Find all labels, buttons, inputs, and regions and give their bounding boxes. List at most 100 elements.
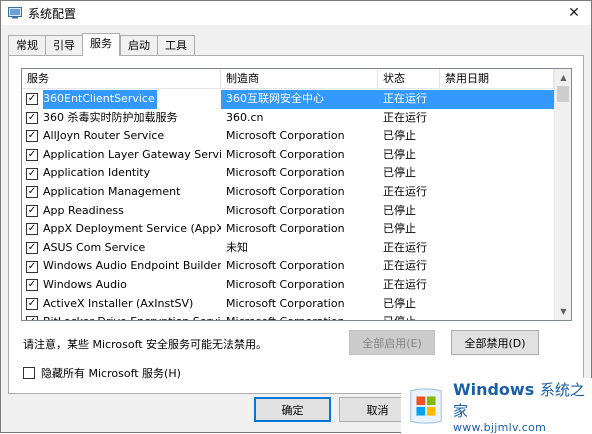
disable-date-cell <box>440 164 554 183</box>
warning-note: 请注意，某些 Microsoft 安全服务可能无法禁用。 <box>23 338 268 351</box>
service-cell: ✓ ActiveX Installer (AxInstSV) <box>22 295 221 314</box>
disable-date-cell <box>440 239 554 258</box>
vendor-cell: Microsoft Corporation <box>226 129 345 143</box>
table-row[interactable]: ✓ Application Identity Microsoft Corporati… <box>22 164 554 183</box>
service-checkbox[interactable]: ✓ <box>26 130 38 143</box>
status-cell: 正在运行 <box>383 184 427 198</box>
tab-boot[interactable]: 引导 <box>45 35 82 56</box>
table-row[interactable]: ✓ AllJoyn Router Service Microsoft Corpora… <box>22 127 554 146</box>
service-cell: ✓ Application Layer Gateway Service <box>22 146 221 165</box>
services-panel: 服务 制造商 状态 禁用日期 ✓ 360EntClientService 360互联… <box>8 55 584 394</box>
disable-date-cell <box>440 109 554 128</box>
vendor-cell: Microsoft Corporation <box>226 259 345 273</box>
disable-date-cell <box>440 146 554 165</box>
column-header-vendor[interactable]: 制造商 <box>221 69 378 89</box>
service-cell: ✓ Application Identity <box>22 164 221 183</box>
close-icon: ✕ <box>568 5 580 21</box>
disable-date-cell <box>440 127 554 146</box>
vendor-cell: 360互联网安全中心 <box>221 90 378 109</box>
hide-microsoft-label: 隐藏所有 Microsoft 服务(H) <box>41 367 181 380</box>
disable-date-cell <box>440 276 554 295</box>
column-header-service[interactable]: 服务 <box>22 69 221 89</box>
scroll-down-icon[interactable]: ▼ <box>555 303 571 320</box>
vendor-cell: Microsoft Corporation <box>226 296 345 310</box>
service-checkbox[interactable]: ✓ <box>26 93 38 106</box>
column-header-disable-date[interactable]: 禁用日期 <box>440 69 554 89</box>
enable-all-button[interactable]: 全部启用(E) <box>349 330 435 355</box>
column-header-status[interactable]: 状态 <box>378 69 440 89</box>
table-row[interactable]: ✓ 360EntClientService 360互联网安全中心 正在运行 <box>22 90 554 109</box>
status-cell: 正在运行 <box>378 90 440 109</box>
table-row[interactable]: ✓ ASUS Com Service 未知 正在运行 <box>22 239 554 258</box>
disable-date-cell <box>440 202 554 221</box>
ok-button[interactable]: 确定 <box>254 397 331 422</box>
service-cell: ✓ ASUS Com Service <box>22 239 221 258</box>
table-header: 服务 制造商 状态 禁用日期 <box>22 69 554 89</box>
scroll-up-icon[interactable]: ▲ <box>555 69 571 86</box>
service-checkbox[interactable]: ✓ <box>26 149 38 162</box>
status-cell: 已停止 <box>383 129 416 143</box>
service-cell: ✓ Windows Audio <box>22 276 221 295</box>
vendor-cell: Microsoft Corporation <box>226 277 345 291</box>
disable-date-cell <box>440 295 554 314</box>
service-cell: ✓ 360EntClientService <box>22 90 221 109</box>
table-row[interactable]: ✓ AppX Deployment Service (AppX... Microso… <box>22 220 554 239</box>
vendor-cell: 360.cn <box>226 110 264 124</box>
service-checkbox[interactable]: ✓ <box>26 260 38 273</box>
windows-logo-icon <box>410 388 442 424</box>
table-row[interactable]: ✓ Application Layer Gateway Service Micros… <box>22 146 554 165</box>
service-name: 360EntClientService <box>43 90 157 109</box>
service-checkbox[interactable]: ✓ <box>26 204 38 217</box>
service-name: ActiveX Installer (AxInstSV) <box>43 296 194 310</box>
service-checkbox[interactable]: ✓ <box>26 223 38 236</box>
close-button[interactable]: ✕ <box>557 1 591 25</box>
tab-general[interactable]: 常规 <box>8 35 45 56</box>
table-row[interactable]: ✓ Windows Audio Endpoint Builder Microsoft… <box>22 257 554 276</box>
service-name: App Readiness <box>43 203 124 217</box>
site-watermark: Windows 系统之家 www.bjjmlv.com <box>401 378 592 434</box>
table-row[interactable]: ✓ App Readiness Microsoft Corporation 已停止 <box>22 202 554 221</box>
watermark-brand: Windows <box>452 379 535 399</box>
vendor-cell: Microsoft Corporation <box>226 222 345 236</box>
status-cell: 已停止 <box>383 203 416 217</box>
service-checkbox[interactable]: ✓ <box>26 242 38 255</box>
table-row[interactable]: ✓ BitLocker Drive Encryption ServiceMicro… <box>22 313 554 320</box>
table-row[interactable]: ✓ Windows Audio Microsoft Corporation 正在运行 <box>22 276 554 295</box>
service-checkbox[interactable]: ✓ <box>26 186 38 199</box>
vendor-cell: Microsoft Corporation <box>226 147 345 161</box>
status-cell: 正在运行 <box>383 240 427 254</box>
status-cell: 已停止 <box>383 166 416 180</box>
table-row[interactable]: ✓ Application Management Microsoft Corpora… <box>22 183 554 202</box>
vendor-cell: Microsoft Corporation <box>226 166 345 180</box>
services-table: 服务 制造商 状态 禁用日期 ✓ 360EntClientService 360互联… <box>21 68 572 321</box>
app-icon <box>8 7 22 19</box>
service-checkbox[interactable]: ✓ <box>26 111 38 124</box>
service-name: ASUS Com Service <box>43 240 146 254</box>
status-cell: 已停止 <box>383 222 416 236</box>
service-cell: ✓ Application Management <box>22 183 221 202</box>
service-name: Windows Audio <box>43 277 127 291</box>
disable-all-button[interactable]: 全部禁用(D) <box>451 330 539 355</box>
tab-services[interactable]: 服务 <box>82 33 120 56</box>
vertical-scrollbar[interactable]: ▲ ▼ <box>554 69 571 320</box>
tab-startup[interactable]: 启动 <box>120 35 157 56</box>
service-name: Application Layer Gateway Service <box>43 147 221 161</box>
table-row[interactable]: ✓ 360 杀毒实时防护加载服务 360.cn 正在运行 <box>22 109 554 128</box>
disable-date-cell <box>440 257 554 276</box>
system-config-window: 系统配置 ✕ 常规 引导 服务 启动 工具 服务 制造商 状态 禁用日期 ✓ 36… <box>0 0 592 434</box>
service-cell: ✓ App Readiness <box>22 202 221 221</box>
title-bar: 系统配置 ✕ <box>1 1 591 25</box>
service-checkbox[interactable]: ✓ <box>26 279 38 292</box>
service-cell: ✓ Windows Audio Endpoint Builder <box>22 257 221 276</box>
service-checkbox[interactable]: ✓ <box>26 167 38 180</box>
status-cell: 正在运行 <box>383 277 427 291</box>
table-row[interactable]: ✓ ActiveX Installer (AxInstSV) Microsoft C… <box>22 295 554 314</box>
hide-microsoft-checkbox[interactable] <box>23 367 35 379</box>
scroll-thumb[interactable] <box>557 86 569 102</box>
hide-microsoft-services[interactable]: 隐藏所有 Microsoft 服务(H) <box>23 365 181 381</box>
service-checkbox[interactable]: ✓ <box>26 316 38 320</box>
service-cell: ✓ AppX Deployment Service (AppX... <box>22 220 221 239</box>
tab-tools[interactable]: 工具 <box>157 35 195 56</box>
service-name: BitLocker Drive Encryption Service <box>43 313 221 320</box>
service-checkbox[interactable]: ✓ <box>26 297 38 310</box>
